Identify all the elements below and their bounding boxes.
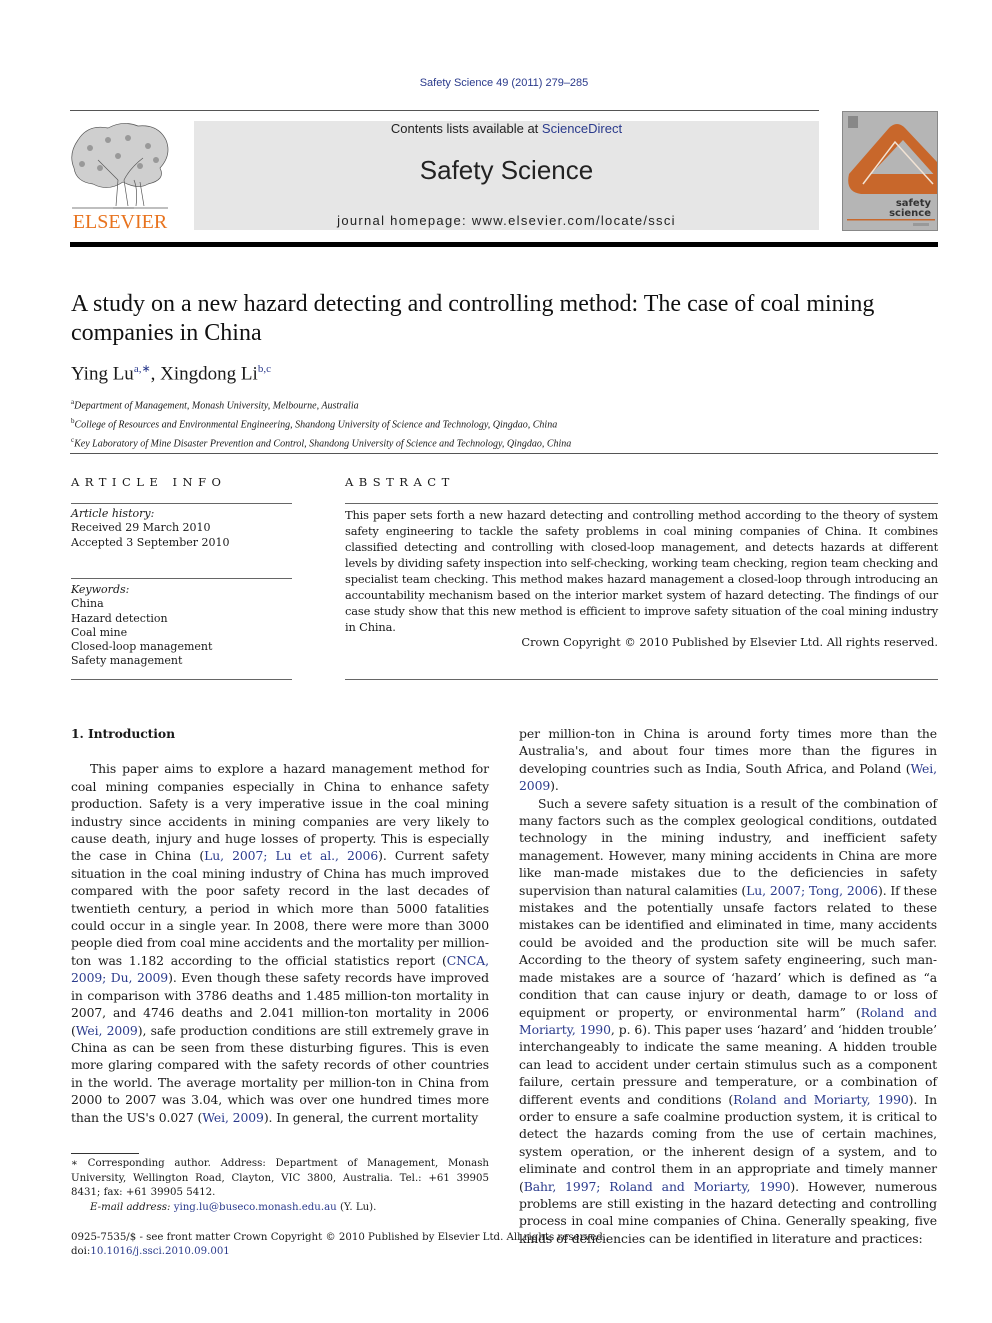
divider	[71, 679, 292, 680]
bottom-publication-info: 0925-7535/$ - see front matter Crown Cop…	[71, 1231, 671, 1259]
affiliation-item: cKey Laboratory of Mine Disaster Prevent…	[71, 433, 571, 452]
header-heavy-rule	[70, 242, 938, 247]
article-history: Article history: Received 29 March 2010 …	[71, 507, 292, 550]
paragraph-text: ). In general, the current mortality	[263, 1109, 479, 1125]
paragraph: Such a severe safety situation is a resu…	[519, 795, 937, 1248]
elsevier-logo[interactable]: ELSEVIER	[68, 120, 173, 233]
history-label: Article history:	[71, 507, 155, 520]
email-suffix: (Y. Lu).	[336, 1201, 377, 1213]
divider	[345, 503, 938, 504]
paragraph: per million-ton in China is around forty…	[519, 725, 937, 795]
keyword-item: Coal mine	[71, 625, 128, 639]
divider	[345, 679, 938, 680]
paragraph-text: ).	[550, 778, 559, 794]
keyword-item: Safety management	[71, 654, 183, 668]
abstract-copyright: Crown Copyright © 2010 Published by Else…	[521, 635, 938, 649]
header-top-rule	[70, 110, 819, 111]
footnote-email: E-mail address: ying.lu@buseco.monash.ed…	[71, 1201, 489, 1216]
email-link[interactable]: ying.lu@buseco.monash.edu.au	[174, 1202, 337, 1213]
contents-availability: Contents lists available at ScienceDirec…	[194, 121, 819, 136]
journal-reference-link[interactable]: Safety Science 49 (2011) 279–285	[0, 77, 992, 89]
citation-link[interactable]: Bahr, 1997; Roland and Moriarty, 1990	[524, 1179, 791, 1194]
paragraph: This paper aims to explore a hazard mana…	[71, 760, 489, 1126]
keyword-item: Closed-loop management	[71, 640, 213, 654]
abstract-heading: ABSTRACT	[345, 475, 455, 489]
corresponding-author-footnote: ∗ Corresponding author. Address: Departm…	[71, 1157, 489, 1215]
journal-title: Safety Science	[419, 155, 594, 185]
body-column-left: 1. Introduction This paper aims to explo…	[71, 725, 489, 1126]
journal-homepage-link[interactable]: journal homepage: www.elsevier.com/locat…	[194, 213, 819, 228]
affiliation-text: Department of Management, Monash Univers…	[74, 400, 359, 412]
paragraph-text: per million-ton in China is around forty…	[519, 726, 937, 776]
sciencedirect-link[interactable]: ScienceDirect	[542, 121, 622, 136]
author-name: Ying Lu	[71, 363, 134, 385]
author-affiliation-link[interactable]: b,c	[258, 363, 271, 375]
keyword-item: China	[71, 597, 104, 611]
accepted-date: Accepted 3 September 2010	[71, 535, 230, 549]
author-list: Ying Lua,∗, Xingdong Lib,c	[71, 362, 271, 385]
keyword-item: Hazard detection	[71, 611, 168, 625]
author-name: Xingdong Li	[160, 363, 258, 385]
author-affiliation-link[interactable]: a,∗	[134, 363, 151, 375]
divider	[71, 578, 292, 579]
elsevier-tree-icon: ELSEVIER	[71, 123, 169, 233]
affiliation-item: aDepartment of Management, Monash Univer…	[71, 395, 571, 414]
author-separator: ,	[150, 363, 161, 385]
citation-link[interactable]: Lu, 2007; Lu et al., 2006	[204, 848, 378, 863]
footnote-rule	[71, 1153, 139, 1154]
section-heading: 1. Introduction	[71, 726, 175, 741]
safety-triangle-icon: safety science	[847, 116, 937, 226]
svg-text:ELSEVIER: ELSEVIER	[73, 211, 168, 232]
abstract-text: This paper sets forth a new hazard detec…	[345, 508, 938, 634]
paragraph-text: ). Current safety situation in the coal …	[71, 848, 489, 968]
journal-cover-thumbnail[interactable]: safety science	[842, 111, 938, 231]
citation-link[interactable]: Wei, 2009	[76, 1023, 138, 1038]
paragraph-text: ). If these mistakes and the potentially…	[519, 882, 937, 1020]
affiliations: aDepartment of Management, Monash Univer…	[71, 395, 571, 451]
doi-line: doi:10.1016/j.ssci.2010.09.001	[71, 1245, 671, 1259]
citation-link[interactable]: Wei, 2009	[202, 1110, 264, 1125]
citation-link[interactable]: Roland and Moriarty, 1990	[733, 1092, 909, 1107]
received-date: Received 29 March 2010	[71, 521, 211, 535]
issn-line: 0925-7535/$ - see front matter Crown Cop…	[71, 1232, 606, 1243]
affiliation-text: Key Laboratory of Mine Disaster Preventi…	[74, 437, 572, 449]
article-info-heading: ARTICLE INFO	[71, 475, 227, 489]
footnote-text: ∗ Corresponding author. Address: Departm…	[71, 1157, 489, 1201]
citation-link[interactable]: Lu, 2007; Tong, 2006	[746, 883, 878, 898]
affiliations-divider	[70, 453, 938, 454]
email-label: E-mail address:	[90, 1201, 174, 1213]
doi-link[interactable]: 10.1016/j.ssci.2010.09.001	[90, 1246, 229, 1257]
affiliation-item: bCollege of Resources and Environmental …	[71, 414, 571, 433]
doi-prefix: doi:	[71, 1246, 91, 1257]
affiliation-text: College of Resources and Environmental E…	[74, 419, 558, 431]
article-title: A study on a new hazard detecting and co…	[71, 291, 875, 346]
contents-prefix: Contents lists available at	[390, 121, 542, 136]
keywords: Keywords: China Hazard detection Coal mi…	[71, 583, 292, 669]
footnote-body: Corresponding author. Address: Departmen…	[71, 1158, 489, 1198]
footnote-marker: ∗	[71, 1158, 78, 1169]
keywords-label: Keywords:	[71, 583, 130, 596]
divider	[71, 503, 292, 504]
svg-text:science: science	[889, 208, 931, 219]
body-column-right: per million-ton in China is around forty…	[519, 725, 937, 1247]
